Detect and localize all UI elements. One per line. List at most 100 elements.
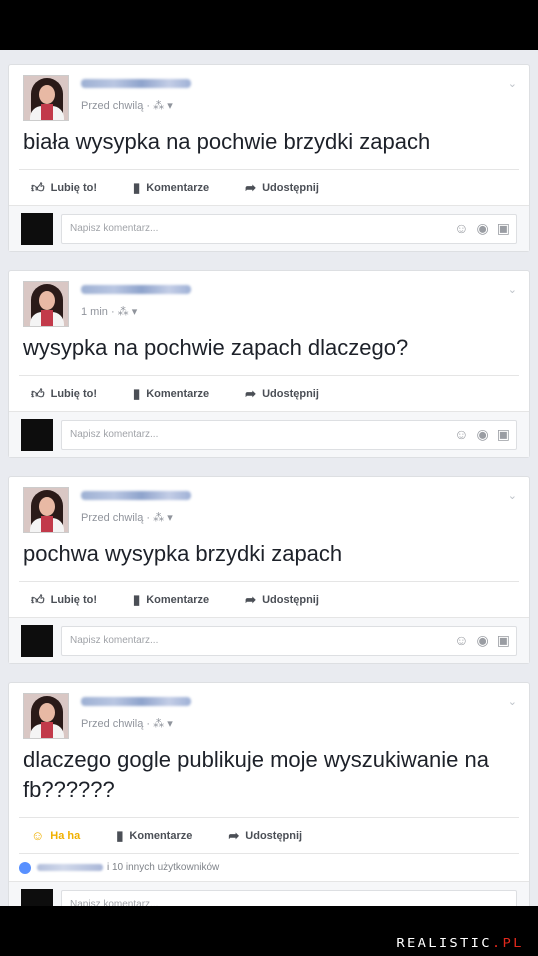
post-timestamp: Przed chwilą · ⁂ ▾ <box>81 100 173 112</box>
comment-placeholder: Napisz komentarz... <box>70 429 159 440</box>
share-label: Udostępnij <box>262 593 319 606</box>
commenter-avatar <box>21 625 53 657</box>
author-name-blurred[interactable] <box>81 79 191 88</box>
post-header: 1 min · ⁂ ▾ ⌄ <box>9 271 529 327</box>
share-button[interactable]: ➦ Udostępnij <box>245 386 319 402</box>
comment-button[interactable]: ▮ Komentarze <box>133 180 209 196</box>
post-text: wysypka na pochwie zapach dlaczego? <box>23 335 409 360</box>
haha-reaction-button[interactable]: ☺ Ha ha <box>31 828 80 843</box>
comment-input[interactable]: Napisz komentarz... ☺ ◉ ▣ <box>61 626 517 656</box>
author-name-blurred[interactable] <box>81 285 191 294</box>
post-timestamp: 1 min · ⁂ ▾ <box>81 306 138 318</box>
reactions-summary[interactable]: i 10 innych użytkowników <box>19 853 519 881</box>
post-header: Przed chwilą · ⁂ ▾ ⌄ <box>9 65 529 121</box>
post-text: biała wysypka na pochwie brzydki zapach <box>23 129 431 154</box>
haha-label: Ha ha <box>50 829 81 842</box>
camera-icon[interactable]: ◉ <box>477 220 489 237</box>
comment-input[interactable]: Napisz komentarz... ☺ ◉ ▣ <box>61 214 517 244</box>
post-card: Przed chwilą · ⁂ ▾ ⌄ biała wysypka na po… <box>8 64 530 252</box>
comment-label: Komentarze <box>129 829 193 842</box>
share-label: Udostępnij <box>245 829 303 842</box>
sticker-icon[interactable]: ▣ <box>497 220 510 237</box>
share-arrow-icon: ➦ <box>245 385 257 401</box>
post-text: dlaczego gogle publikuje moje wyszukiwan… <box>23 747 489 802</box>
thumb-up-icon: 👍︎ <box>31 591 45 607</box>
comment-placeholder: Napisz komentarz... <box>70 899 159 906</box>
feed: Przed chwilą · ⁂ ▾ ⌄ biała wysypka na po… <box>0 50 538 906</box>
watermark-main: REALISTIC <box>396 936 493 950</box>
comment-button[interactable]: ▮ Komentarze <box>133 386 209 402</box>
sticker-icon[interactable]: ▣ <box>497 426 510 443</box>
post-text: pochwa wysypka brzydki zapach <box>23 541 343 566</box>
comment-label: Komentarze <box>146 593 210 606</box>
camera-icon[interactable]: ◉ <box>477 632 489 649</box>
comment-row: Napisz komentarz... ☺ ◉ ▣ <box>9 617 529 663</box>
post-card: 1 min · ⁂ ▾ ⌄ wysypka na pochwie zapach … <box>8 270 530 458</box>
thumb-up-icon: 👍︎ <box>31 385 45 401</box>
comment-row: Napisz komentarz... <box>9 881 529 906</box>
post-actions: 👍︎ Lubię to! ▮ Komentarze ➦ Udostępnij <box>19 581 519 617</box>
comment-button[interactable]: ▮ Komentarze <box>116 828 192 844</box>
reactions-count-text: i 10 innych użytkowników <box>107 862 220 873</box>
like-label: Lubię to! <box>50 593 98 606</box>
share-arrow-icon: ➦ <box>245 179 257 195</box>
comment-row: Napisz komentarz... ☺ ◉ ▣ <box>9 411 529 457</box>
post-timestamp: Przed chwilą · ⁂ ▾ <box>81 512 173 524</box>
chevron-down-icon[interactable]: ⌄ <box>508 695 517 708</box>
share-button[interactable]: ➦ Udostępnij <box>245 180 319 196</box>
share-button[interactable]: ➦ Udostępnij <box>228 828 302 844</box>
share-arrow-icon: ➦ <box>228 827 240 843</box>
comment-button[interactable]: ▮ Komentarze <box>133 592 209 608</box>
chevron-down-icon[interactable]: ⌄ <box>508 283 517 296</box>
camera-icon[interactable]: ◉ <box>477 426 489 443</box>
share-button[interactable]: ➦ Udostępnij <box>245 592 319 608</box>
post-timestamp: Przed chwilą · ⁂ ▾ <box>81 718 173 730</box>
commenter-avatar <box>21 889 53 906</box>
post-actions: 👍︎ Lubię to! ▮ Komentarze ➦ Udostępnij <box>19 375 519 411</box>
commenter-avatar <box>21 419 53 451</box>
comment-input[interactable]: Napisz komentarz... <box>61 890 517 906</box>
post-header: Przed chwilą · ⁂ ▾ ⌄ <box>9 683 529 739</box>
comment-icon: ▮ <box>133 591 141 607</box>
comment-icon: ▮ <box>133 179 141 195</box>
post-actions: 👍︎ Lubię to! ▮ Komentarze ➦ Udostępnij <box>19 169 519 205</box>
post-actions: ☺ Ha ha ▮ Komentarze ➦ Udostępnij <box>19 817 519 853</box>
comment-icon: ▮ <box>133 385 141 401</box>
author-avatar[interactable] <box>23 693 69 739</box>
emoji-icon[interactable]: ☺ <box>454 220 468 237</box>
share-label: Udostępnij <box>262 387 319 400</box>
reactor-names-blurred <box>37 864 103 871</box>
author-name-blurred[interactable] <box>81 491 191 500</box>
like-button[interactable]: 👍︎ Lubię to! <box>31 386 97 402</box>
commenter-avatar <box>21 213 53 245</box>
post-card: Przed chwilą · ⁂ ▾ ⌄ dlaczego gogle publ… <box>8 682 530 906</box>
comment-label: Komentarze <box>146 181 210 194</box>
emoji-icon[interactable]: ☺ <box>454 632 468 649</box>
watermark: REALISTIC.PL <box>397 936 524 950</box>
sticker-icon[interactable]: ▣ <box>497 632 510 649</box>
share-label: Udostępnij <box>262 181 319 194</box>
top-black-bar <box>0 0 538 50</box>
post-card: Przed chwilą · ⁂ ▾ ⌄ pochwa wysypka brzy… <box>8 476 530 664</box>
post-header: Przed chwilą · ⁂ ▾ ⌄ <box>9 477 529 533</box>
thumb-up-icon: 👍︎ <box>31 179 45 195</box>
comment-input[interactable]: Napisz komentarz... ☺ ◉ ▣ <box>61 420 517 450</box>
comment-placeholder: Napisz komentarz... <box>70 635 159 646</box>
author-name-blurred[interactable] <box>81 697 191 706</box>
comment-placeholder: Napisz komentarz... <box>70 223 159 234</box>
comment-row: Napisz komentarz... ☺ ◉ ▣ <box>9 205 529 251</box>
author-avatar[interactable] <box>23 75 69 121</box>
like-reaction-icon <box>19 861 31 874</box>
share-arrow-icon: ➦ <box>245 591 257 607</box>
watermark-suffix: .PL <box>492 936 524 950</box>
like-button[interactable]: 👍︎ Lubię to! <box>31 180 97 196</box>
like-button[interactable]: 👍︎ Lubię to! <box>31 592 97 608</box>
chevron-down-icon[interactable]: ⌄ <box>508 489 517 502</box>
like-label: Lubię to! <box>50 181 98 194</box>
haha-emoji-icon: ☺ <box>31 828 45 843</box>
author-avatar[interactable] <box>23 281 69 327</box>
author-avatar[interactable] <box>23 487 69 533</box>
emoji-icon[interactable]: ☺ <box>454 426 468 443</box>
chevron-down-icon[interactable]: ⌄ <box>508 77 517 90</box>
comment-icon: ▮ <box>116 827 124 843</box>
